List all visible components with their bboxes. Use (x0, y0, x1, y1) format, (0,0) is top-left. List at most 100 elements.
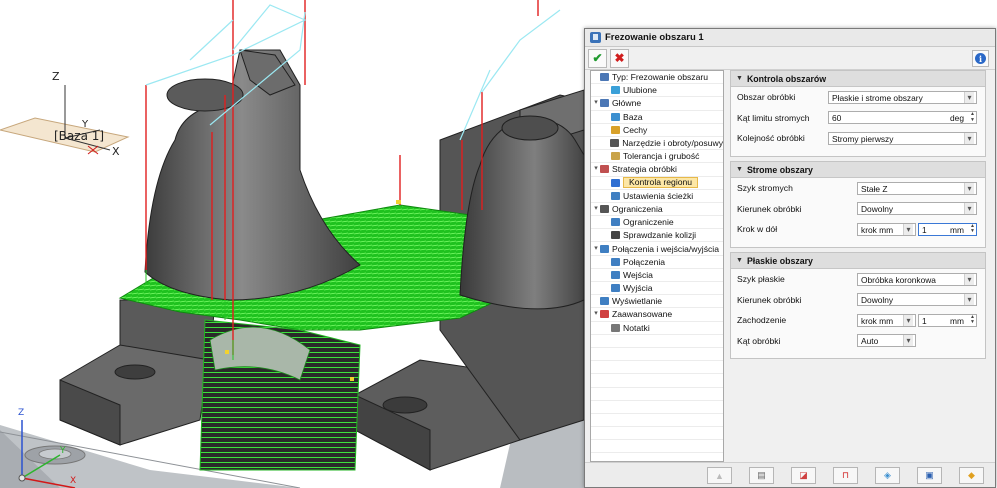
calculator-button[interactable]: ▤ (749, 467, 774, 484)
tree-item[interactable]: ▾ Strategia obróbki (591, 163, 723, 177)
tree-item[interactable]: Połączenia (591, 256, 723, 269)
tool-icon (610, 139, 620, 148)
tree-item[interactable]: Sprawdzanie kolizji (591, 229, 723, 243)
flat-pattern-select[interactable]: Obróbka koronkowa (857, 272, 977, 286)
collapse-arrow-icon[interactable]: ▼ (736, 166, 743, 173)
steep-direction-select[interactable]: Dowolny (857, 202, 977, 216)
collision-icon (611, 231, 620, 240)
ok-button[interactable]: ✔ (588, 48, 607, 68)
preview-button[interactable]: ◪ (791, 467, 816, 484)
tree-item[interactable]: ▾ Główne (591, 97, 723, 111)
parameter-tree[interactable]: Typ: Frezowanie obszaru Ulubione ▾ Główne Ba… (590, 70, 724, 462)
select-value: Auto (861, 336, 879, 347)
tree-item[interactable]: Narzędzie i obroty/posuwy (591, 137, 723, 151)
settings-button[interactable]: ◆ (959, 467, 984, 484)
tree-item[interactable]: Baza (591, 111, 723, 124)
tree-item-label: Wyjścia (623, 283, 653, 294)
tree-item[interactable]: Cechy (591, 124, 723, 137)
base-icon (611, 112, 620, 121)
tree-item[interactable]: Wyjścia (591, 282, 723, 296)
tree-toggle-icon[interactable]: ▾ (592, 308, 600, 320)
tree-item[interactable]: Wejścia (591, 269, 723, 282)
stepdown-input[interactable]: 1 mm ▲ ▼ (918, 222, 977, 236)
tree-item-label: Baza (623, 111, 643, 122)
tree-item[interactable]: ▾ Ograniczenia (591, 203, 723, 217)
overlap-mode-select[interactable]: krok mm (857, 313, 916, 327)
tree-empty-row (591, 414, 723, 428)
tree-empty-row (591, 374, 723, 388)
field-label: Szyk płaskie (737, 274, 785, 285)
tree-empty-row (591, 335, 723, 348)
select-value: Stałe Z (861, 183, 888, 194)
tree-toggle-icon[interactable]: ▾ (592, 203, 600, 215)
tree-item[interactable]: Ustawienia ścieżki (591, 190, 723, 203)
stepdown-mode-select[interactable]: krok mm (857, 222, 916, 236)
tree-toggle-icon[interactable]: ▾ (592, 243, 600, 255)
dialog-app-icon (590, 32, 601, 43)
features-icon (611, 125, 620, 134)
tree-toggle-icon[interactable]: ▾ (592, 97, 600, 109)
overlap-input[interactable]: 1 mm ▲ ▼ (918, 313, 977, 327)
main-icon (600, 99, 609, 108)
star-icon (611, 86, 620, 95)
machining-area-select[interactable]: Płaskie i strome obszary (828, 90, 977, 104)
tree-empty-row (591, 453, 723, 461)
section-header[interactable]: ▼ Strome obszary (731, 162, 985, 178)
exit-icon (611, 284, 620, 293)
section-title: Płaskie obszary (746, 255, 813, 266)
tree-item[interactable]: Tolerancja i grubość (591, 150, 723, 164)
tree-item[interactable]: Ulubione (591, 84, 723, 98)
section-steep-areas: ▼ Strome obszary Szyk stromych Stałe Z K… (730, 161, 986, 248)
dialog-titlebar[interactable]: Frezowanie obszaru 1 (585, 29, 995, 47)
cancel-button[interactable]: ✖ (610, 48, 629, 68)
simulate-icon: ◈ (884, 470, 891, 480)
field-label: Obszar obróbki (737, 92, 796, 103)
tree-item-label: Ulubione (623, 85, 657, 96)
tree-item[interactable]: Ograniczenie (591, 216, 723, 230)
simulate-button[interactable]: ◈ (875, 467, 900, 484)
select-value: Płaskie i strome obszary (832, 92, 923, 103)
settings-icon: ◆ (968, 470, 975, 480)
save-button[interactable]: ▣ (917, 467, 942, 484)
tree-item[interactable]: ▾ Zaawansowane (591, 308, 723, 322)
path-settings-icon (611, 191, 620, 200)
collapse-arrow-icon[interactable]: ▼ (736, 257, 743, 264)
tree-item-label: Ustawienia ścieżki (623, 190, 694, 201)
axis-x-label: X (112, 145, 120, 158)
section-header[interactable]: ▼ Kontrola obszarów (731, 71, 985, 87)
tree-item[interactable]: Notatki (591, 322, 723, 335)
select-value: Stromy pierwszy (832, 133, 894, 144)
steep-angle-input[interactable]: 60 deg ▲ ▼ (828, 111, 977, 125)
spinner-icon[interactable]: ▲ ▼ (970, 112, 975, 123)
machining-order-select[interactable]: Stromy pierwszy (828, 131, 977, 145)
collapse-arrow-icon[interactable]: ▼ (736, 75, 743, 82)
select-value: Dowolny (861, 204, 894, 215)
flat-angle-select[interactable]: Auto (857, 334, 916, 348)
tree-toggle-icon[interactable]: ▾ (592, 163, 600, 175)
section-header[interactable]: ▼ Płaskie obszary (731, 253, 985, 269)
spinner-icon[interactable]: ▲ ▼ (970, 223, 975, 235)
field-label: Kolejność obróbki (737, 133, 805, 144)
unit-label: mm (950, 315, 964, 326)
flat-direction-select[interactable]: Dowolny (857, 293, 977, 307)
move-up-button[interactable]: ▲ (707, 467, 732, 484)
info-button[interactable]: i (972, 50, 989, 67)
field-label: Krok w dół (737, 224, 778, 235)
toolpath-button[interactable]: ⊓ (833, 467, 858, 484)
tree-item[interactable]: Typ: Frezowanie obszaru (591, 71, 723, 85)
info-icon: i (975, 53, 986, 64)
tree-item[interactable]: Kontrola regionu (591, 177, 723, 190)
limit-icon (611, 218, 620, 227)
notes-icon (611, 323, 620, 332)
spinner-icon[interactable]: ▲ ▼ (970, 314, 975, 326)
tree-item[interactable]: Wyświetlanie (591, 295, 723, 309)
triad-x-label: X (70, 476, 77, 486)
tree-item-label: Cechy (623, 124, 648, 135)
steep-pattern-select[interactable]: Stałe Z (857, 181, 977, 195)
dialog-bottom-toolbar: ▲ ▤ ◪ ⊓ ◈ ▣ ◆ (585, 462, 995, 487)
tree-item[interactable]: ▾ Połączenia i wejścia/wyjścia (591, 242, 723, 256)
tree-item-label: Wejścia (623, 269, 653, 280)
preview-icon: ◪ (799, 470, 808, 480)
triad-y-label: Y (60, 446, 66, 456)
input-value: 1 (922, 224, 927, 235)
